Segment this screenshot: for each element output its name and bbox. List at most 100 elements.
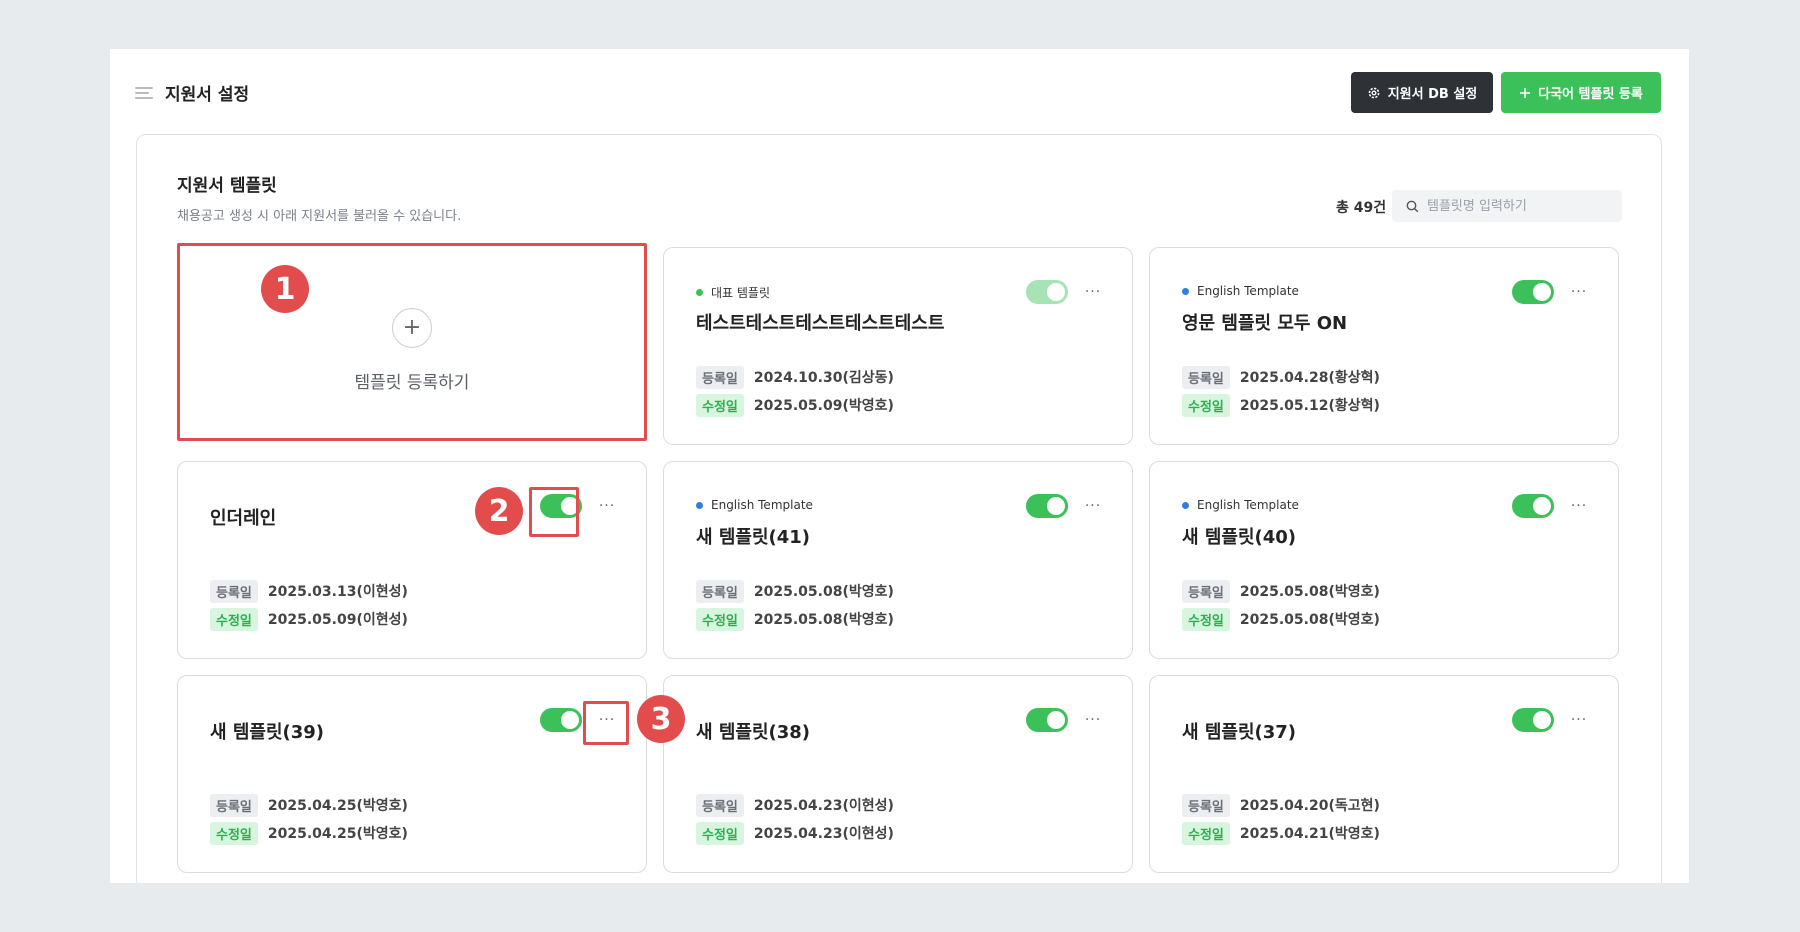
registered-date: 2024.10.30(김상동) <box>753 370 894 386</box>
template-name: 인더레인 <box>210 508 277 529</box>
modified-label: 수정일 <box>696 393 744 417</box>
modified-label: 수정일 <box>210 607 258 631</box>
registered-label: 등록일 <box>1182 793 1230 817</box>
plus-circle-icon: + <box>392 307 432 348</box>
template-toggle[interactable] <box>1512 708 1554 732</box>
template-name: 새 템플릿(38) <box>696 722 811 743</box>
template-name: 새 템플릿(39) <box>210 722 325 743</box>
template-tag: English Template <box>696 498 813 512</box>
registered-date: 2025.04.28(황상혁) <box>1239 370 1380 386</box>
registered-date: 2025.04.20(독고현) <box>1239 798 1380 814</box>
template-toggle[interactable] <box>1026 280 1068 304</box>
tag-label: English Template <box>1197 284 1299 298</box>
template-name: 새 템플릿(40) <box>1182 527 1297 548</box>
toggle-knob <box>1533 711 1551 729</box>
template-dates: 등록일 2025.03.13(이현성) 수정일 2025.05.09(이현성) <box>210 579 408 636</box>
tag-dot-icon <box>696 501 703 509</box>
template-dates: 등록일 2025.04.20(독고현) 수정일 2025.04.21(박영호) <box>1182 793 1380 850</box>
page-container: 지원서 설정 지원서 DB 설정 다국어 템플릿 등록 지원서 템플릿 채용공고… <box>110 49 1689 883</box>
modified-date: 2025.05.12(황상혁) <box>1239 398 1380 414</box>
modified-date: 2025.05.08(박영호) <box>1239 612 1380 628</box>
template-name: 테스트테스트테스트테스트테스트 <box>696 313 945 334</box>
registered-date: 2025.04.23(이현성) <box>753 798 894 814</box>
template-card[interactable]: 새 템플릿(37) ··· 등록일 2025.04.20(독고현) 수정일 2025… <box>1149 675 1619 873</box>
template-card[interactable]: English Template 새 템플릿(40) ··· 등록일 2025.0… <box>1149 461 1619 659</box>
modified-label: 수정일 <box>1182 393 1230 417</box>
tag-dot-icon <box>696 289 703 296</box>
template-toggle[interactable] <box>540 708 582 732</box>
template-card[interactable]: 새 템플릿(38) ··· 등록일 2025.04.23(이현성) 수정일 2025… <box>663 675 1133 873</box>
add-template-label: 템플릿 등록하기 <box>354 372 470 393</box>
annotation-badge-3: 3 <box>637 695 685 743</box>
more-options-icon[interactable]: ··· <box>1568 708 1590 732</box>
add-template-card[interactable]: + 템플릿 등록하기 <box>177 243 647 441</box>
section-description: 채용공고 생성 시 아래 지원서를 불러올 수 있습니다. <box>177 209 462 224</box>
registered-label: 등록일 <box>210 793 258 817</box>
toggle-knob <box>1047 497 1065 515</box>
title-wrap: 지원서 설정 <box>135 72 249 113</box>
template-name: 새 템플릿(41) <box>696 527 811 548</box>
search-input[interactable] <box>1427 198 1607 214</box>
toggle-knob <box>561 711 579 729</box>
registered-label: 등록일 <box>696 793 744 817</box>
template-name: 영문 템플릿 모두 ON <box>1182 313 1348 334</box>
template-tag: English Template <box>1182 284 1299 298</box>
more-options-icon[interactable]: ··· <box>1082 494 1104 518</box>
annotation-badge-2: 2 <box>475 487 523 535</box>
plus-icon <box>1520 87 1531 98</box>
template-name: 새 템플릿(37) <box>1182 722 1297 743</box>
toggle-knob <box>1047 283 1065 301</box>
tag-label: English Template <box>711 498 813 512</box>
modified-label: 수정일 <box>1182 607 1230 631</box>
template-card[interactable]: 대표 템플릿 테스트테스트테스트테스트테스트 ··· 등록일 2024.10.30… <box>663 247 1133 445</box>
modified-date: 2025.04.23(이현성) <box>753 826 894 842</box>
modified-label: 수정일 <box>210 821 258 845</box>
more-options-icon[interactable]: ··· <box>1568 494 1590 518</box>
toggle-knob <box>1047 711 1065 729</box>
modified-date: 2025.05.09(박영호) <box>753 398 894 414</box>
template-toggle[interactable] <box>540 494 582 518</box>
modified-date: 2025.05.08(박영호) <box>753 612 894 628</box>
template-card[interactable]: 새 템플릿(39) ··· 등록일 2025.04.25(박영호) 수정일 2025… <box>177 675 647 873</box>
toggle-knob <box>1533 283 1551 301</box>
tag-label: 대표 템플릿 <box>711 286 771 300</box>
register-button-label: 다국어 템플릿 등록 <box>1538 87 1643 102</box>
menu-lines-icon <box>135 86 153 99</box>
registered-date: 2025.05.08(박영호) <box>1239 584 1380 600</box>
modified-label: 수정일 <box>696 821 744 845</box>
template-dates: 등록일 2025.04.25(박영호) 수정일 2025.04.25(박영호) <box>210 793 408 850</box>
modified-label: 수정일 <box>696 607 744 631</box>
modified-label: 수정일 <box>1182 821 1230 845</box>
toggle-knob <box>561 497 579 515</box>
tag-dot-icon <box>1182 501 1189 509</box>
more-options-icon[interactable]: ··· <box>596 708 618 732</box>
template-card[interactable]: English Template 새 템플릿(41) ··· 등록일 2025.0… <box>663 461 1133 659</box>
template-toggle[interactable] <box>1026 708 1068 732</box>
tag-dot-icon <box>1182 287 1189 295</box>
template-toggle[interactable] <box>1512 494 1554 518</box>
template-toggle[interactable] <box>1026 494 1068 518</box>
page-title: 지원서 설정 <box>165 85 250 105</box>
more-options-icon[interactable]: ··· <box>1082 280 1104 304</box>
registered-label: 등록일 <box>210 579 258 603</box>
template-tag: 대표 템플릿 <box>696 284 770 301</box>
multilingual-template-register-button[interactable]: 다국어 템플릿 등록 <box>1501 72 1661 113</box>
template-dates: 등록일 2025.04.23(이현성) 수정일 2025.04.23(이현성) <box>696 793 894 850</box>
template-card[interactable]: 인더레인 ··· 등록일 2025.03.13(이현성) 수정일 2025.05.0… <box>177 461 647 659</box>
template-card[interactable]: English Template 영문 템플릿 모두 ON ··· 등록일 202… <box>1149 247 1619 445</box>
registered-date: 2025.04.25(박영호) <box>267 798 408 814</box>
total-count: 총 49건 <box>1336 200 1387 216</box>
modified-date: 2025.04.21(박영호) <box>1239 826 1380 842</box>
search-box[interactable] <box>1392 190 1622 222</box>
template-dates: 등록일 2024.10.30(김상동) 수정일 2025.05.09(박영호) <box>696 365 894 422</box>
registered-date: 2025.05.08(박영호) <box>753 584 894 600</box>
modified-date: 2025.04.25(박영호) <box>267 826 408 842</box>
application-db-settings-button[interactable]: 지원서 DB 설정 <box>1351 72 1493 113</box>
annotation-badge-1: 1 <box>261 265 309 313</box>
template-toggle[interactable] <box>1512 280 1554 304</box>
more-options-icon[interactable]: ··· <box>1082 708 1104 732</box>
more-options-icon[interactable]: ··· <box>596 494 618 518</box>
registered-label: 등록일 <box>696 365 744 389</box>
more-options-icon[interactable]: ··· <box>1568 280 1590 304</box>
section-title: 지원서 템플릿 <box>177 176 277 196</box>
